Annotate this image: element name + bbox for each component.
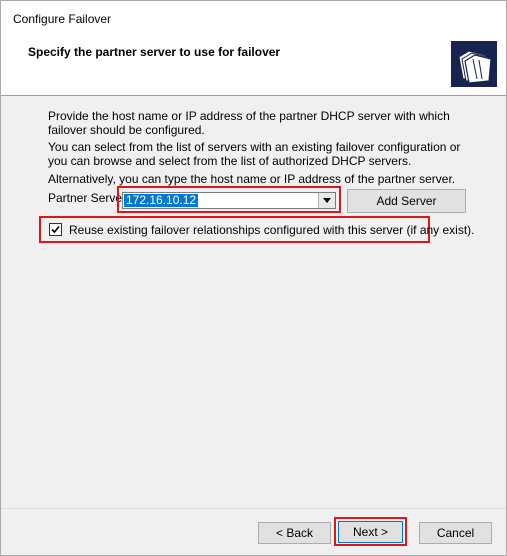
- instruction-text-1: Provide the host name or IP address of t…: [48, 109, 450, 137]
- instruction-text-3: Alternatively, you can type the host nam…: [48, 172, 456, 186]
- cancel-button[interactable]: Cancel: [419, 522, 492, 544]
- page-title: Specify the partner server to use for fa…: [28, 45, 281, 59]
- partner-server-value[interactable]: 172.16.10.12: [124, 194, 199, 207]
- back-button[interactable]: < Back: [258, 522, 331, 544]
- configure-failover-dialog: Configure Failover Specify the partner s…: [0, 0, 507, 556]
- partner-server-label: Partner Server: [48, 191, 127, 205]
- title-bar: Configure Failover: [1, 1, 506, 31]
- next-button[interactable]: Next >: [338, 521, 403, 543]
- partner-server-combobox[interactable]: 172.16.10.12: [122, 192, 336, 209]
- checkmark-icon: [51, 225, 60, 234]
- add-server-button[interactable]: Add Server: [347, 189, 466, 213]
- window-title: Configure Failover: [13, 12, 112, 26]
- wizard-header: Specify the partner server to use for fa…: [1, 31, 506, 96]
- wizard-content: Provide the host name or IP address of t…: [1, 96, 506, 508]
- reuse-relationships-label[interactable]: Reuse existing failover relationships co…: [69, 223, 475, 237]
- instruction-text-2: You can select from the list of servers …: [48, 140, 461, 168]
- chevron-down-icon[interactable]: [318, 193, 335, 208]
- footer-divider: [1, 508, 506, 509]
- reuse-relationships-checkbox[interactable]: [49, 223, 62, 236]
- folder-stack-icon: [451, 41, 497, 87]
